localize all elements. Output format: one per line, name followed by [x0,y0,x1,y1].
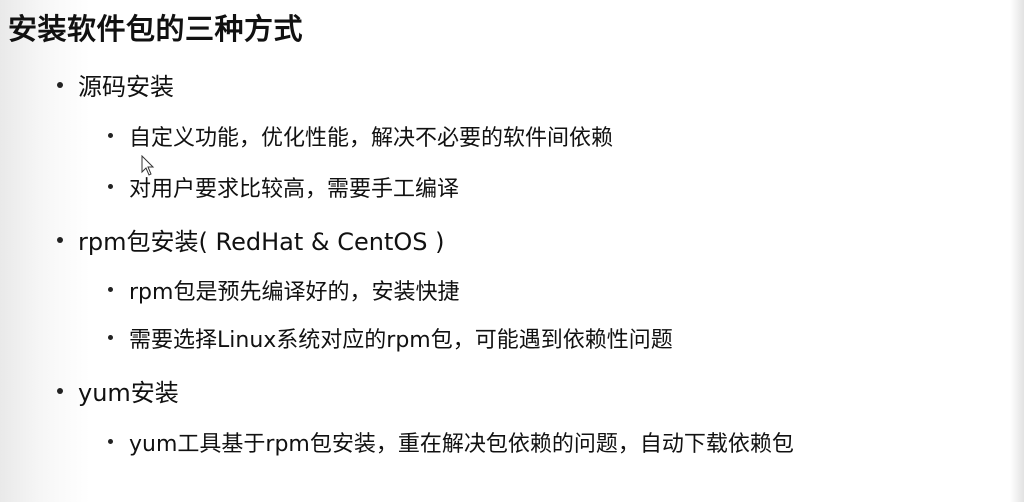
section-heading-label: yum安装 [78,379,179,407]
bullet-icon [105,333,125,343]
list-item-text: rpm包是预先编译好的，安装快捷 [129,280,460,305]
section-heading-source: 源码安装 [54,67,174,102]
bullet-icon [54,80,74,90]
mouse-pointer-icon [141,155,155,176]
bullet-icon [105,182,125,192]
list-item: rpm包是预先编译好的，安装快捷 [105,274,459,306]
list-item-text: 需要选择Linux系统对应的rpm包，可能遇到依赖性问题 [129,328,673,353]
bullet-icon [105,437,125,447]
bullet-icon [54,386,74,396]
bullet-icon [105,131,125,141]
slide-title: 安装软件包的三种方式 [8,12,304,46]
list-item: 需要选择Linux系统对应的rpm包，可能遇到依赖性问题 [105,322,673,354]
list-item-text: 自定义功能，优化性能，解决不必要的软件间依赖 [129,126,614,151]
list-item: 对用户要求比较高，需要手工编译 [105,171,459,203]
list-item: 自定义功能，优化性能，解决不必要的软件间依赖 [105,120,613,152]
bullet-icon [54,235,74,245]
list-item-text: 对用户要求比较高，需要手工编译 [129,177,460,202]
section-heading-label: 源码安装 [78,73,174,101]
section-heading-rpm: rpm包安装( RedHat & CentOS ) [54,222,444,257]
window-edge [1010,0,1024,502]
bullet-icon [105,285,125,295]
section-heading-yum: yum安装 [54,373,179,408]
list-item: yum工具基于rpm包安装，重在解决包依赖的问题，自动下载依赖包 [105,426,794,458]
list-item-text: yum工具基于rpm包安装，重在解决包依赖的问题，自动下载依赖包 [129,432,794,457]
section-heading-label: rpm包安装( RedHat & CentOS ) [78,228,445,256]
